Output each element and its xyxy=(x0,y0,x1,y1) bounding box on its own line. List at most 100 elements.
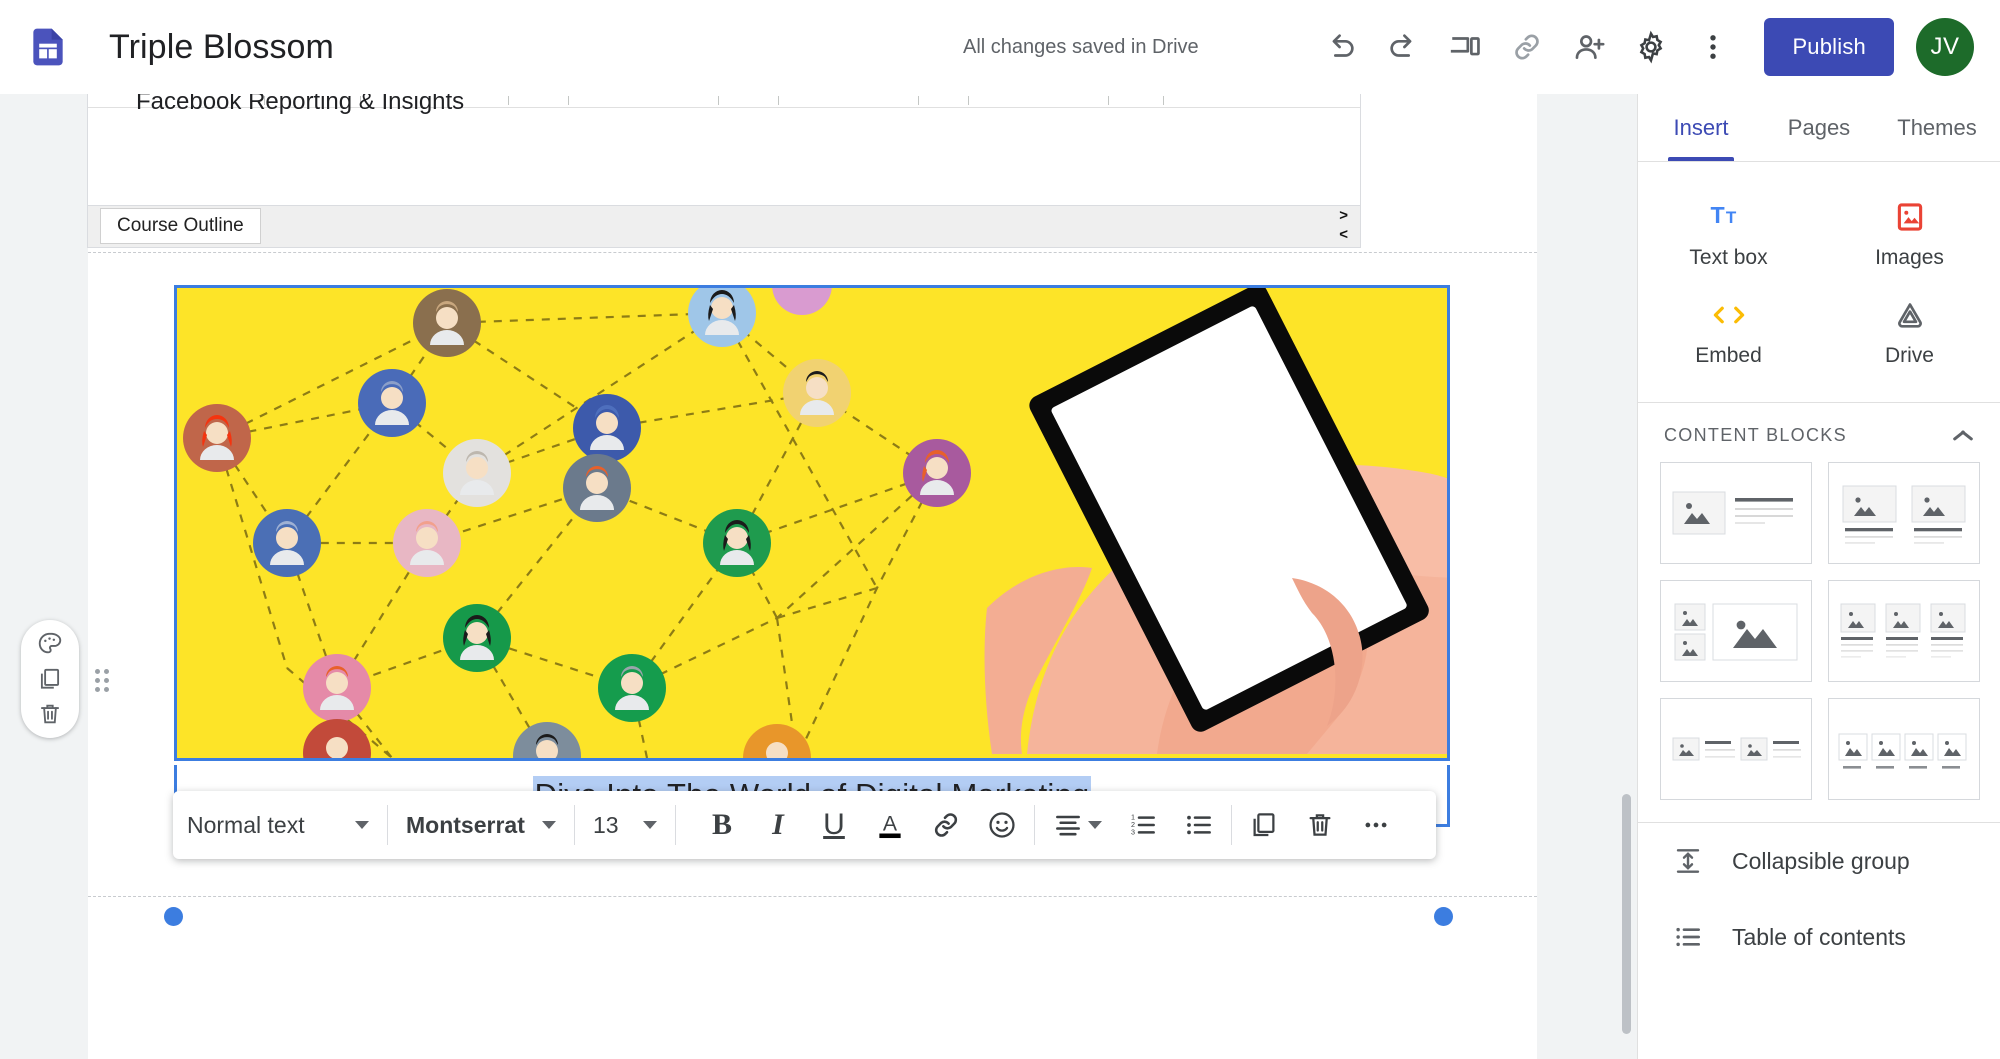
duplicate-icon[interactable] xyxy=(28,662,72,696)
collapsible-group-icon xyxy=(1676,849,1700,873)
delete-trash-icon[interactable] xyxy=(28,697,72,731)
avatar[interactable]: JV xyxy=(1916,18,1974,76)
content-blocks-title: CONTENT BLOCKS xyxy=(1664,425,1847,445)
font-size-value: 13 xyxy=(593,811,619,838)
italic-button[interactable]: I xyxy=(750,799,806,851)
bulleted-list-button[interactable] xyxy=(1171,799,1227,851)
insert-drive[interactable]: Drive xyxy=(1819,284,2000,382)
insert-link-button[interactable] xyxy=(918,799,974,851)
block-four-image-strip[interactable] xyxy=(1828,698,1980,800)
images-icon xyxy=(1897,203,1922,231)
paragraph-style-value: Normal text xyxy=(187,811,305,838)
palette-icon[interactable] xyxy=(28,627,72,661)
bold-button[interactable]: B xyxy=(694,799,750,851)
layout-thumb xyxy=(1674,603,1798,661)
sidebar-tabs: Insert Pages Themes xyxy=(1638,94,2000,162)
content-blocks-grid xyxy=(1638,462,2000,816)
insert-text-box[interactable]: TT Text box xyxy=(1638,186,1819,284)
google-drive-icon xyxy=(1897,303,1922,328)
insert-images-label: Images xyxy=(1875,246,1944,269)
undo-icon[interactable] xyxy=(1310,16,1372,78)
link-icon[interactable] xyxy=(1496,16,1558,78)
more-horiz-icon xyxy=(1365,822,1387,828)
drag-dots-handle[interactable] xyxy=(95,669,109,695)
hand-holding-tablet-illustration xyxy=(984,288,1447,754)
scroll-prev-arrow[interactable]: < xyxy=(1339,225,1348,244)
table-of-contents-label: Table of contents xyxy=(1732,923,1906,950)
insert-drive-label: Drive xyxy=(1884,344,1934,367)
chevron-down-icon xyxy=(1088,821,1102,829)
scroll-next-arrow[interactable]: > xyxy=(1339,206,1348,225)
layout-thumb xyxy=(1840,603,1966,658)
align-icon xyxy=(1056,815,1080,836)
svg-text:T: T xyxy=(1710,202,1724,228)
insert-more-list: Collapsible group Table of contents xyxy=(1638,822,2000,975)
font-family-select[interactable]: Montserrat xyxy=(392,791,570,859)
insert-embed[interactable]: Embed xyxy=(1638,284,1819,382)
link-icon xyxy=(934,813,958,837)
delete-button[interactable] xyxy=(1292,799,1348,851)
chevron-up-icon[interactable] xyxy=(1952,430,1974,442)
toolbar-divider xyxy=(675,805,676,845)
insert-embed-label: Embed xyxy=(1695,344,1762,367)
trash-icon xyxy=(1309,814,1331,836)
align-button[interactable] xyxy=(1039,799,1115,851)
section-tools xyxy=(21,620,79,738)
google-sites-icon[interactable] xyxy=(25,24,71,70)
tab-pages[interactable]: Pages xyxy=(1760,94,1878,161)
numbered-list-icon: 123 xyxy=(1131,813,1155,837)
insert-quick-items: TT Text box Images Embed Drive xyxy=(1638,162,2000,403)
bulleted-list-icon xyxy=(1187,815,1211,835)
resize-handle-right[interactable] xyxy=(1434,907,1453,926)
block-two-images-with-text[interactable] xyxy=(1828,462,1980,564)
duplicate-icon xyxy=(1253,813,1275,837)
editor-canvas: Facebook Reporting & Insights Course Out… xyxy=(0,94,1637,1059)
block-image-left-text-right[interactable] xyxy=(1660,462,1812,564)
spreadsheet-scroll-arrows[interactable]: > < xyxy=(1339,206,1348,244)
underline-button[interactable]: U xyxy=(806,799,862,851)
more-vert-icon[interactable] xyxy=(1682,16,1744,78)
insert-images[interactable]: Images xyxy=(1819,186,2000,284)
duplicate-button[interactable] xyxy=(1236,799,1292,851)
preview-devices-icon[interactable] xyxy=(1434,16,1496,78)
text-color-button[interactable]: A xyxy=(862,799,918,851)
banner-artwork xyxy=(177,288,1447,758)
resize-handle-left[interactable] xyxy=(164,907,183,926)
insert-sidebar: Insert Pages Themes TT Text box Images E… xyxy=(1637,94,2000,1059)
underline-icon: U xyxy=(823,808,845,841)
block-two-inline-image-text[interactable] xyxy=(1660,698,1812,800)
insert-emoji-button[interactable] xyxy=(974,799,1030,851)
numbered-list-button[interactable]: 123 xyxy=(1115,799,1171,851)
text-color-icon: A xyxy=(879,812,901,839)
block-two-small-one-large-image[interactable] xyxy=(1660,580,1812,682)
redo-icon[interactable] xyxy=(1372,16,1434,78)
app-bar-actions: Publish JV xyxy=(1310,0,1974,94)
publish-button[interactable]: Publish xyxy=(1764,18,1894,76)
chevron-down-icon xyxy=(542,821,556,829)
site-title[interactable]: Triple Blossom xyxy=(109,28,334,67)
settings-gear-icon[interactable] xyxy=(1620,16,1682,78)
share-person-add-icon[interactable] xyxy=(1558,16,1620,78)
tab-insert[interactable]: Insert xyxy=(1642,94,1760,161)
content-blocks-header[interactable]: CONTENT BLOCKS xyxy=(1638,403,2000,462)
italic-icon: I xyxy=(772,808,784,841)
top-app-bar: Triple Blossom All changes saved in Driv… xyxy=(0,0,2000,94)
section-divider-bottom xyxy=(88,896,1537,897)
canvas-scrollbar[interactable] xyxy=(1622,794,1631,1034)
paragraph-style-select[interactable]: Normal text xyxy=(173,791,383,859)
insert-collapsible-group[interactable]: Collapsible group xyxy=(1638,823,2000,899)
save-status: All changes saved in Drive xyxy=(963,36,1199,58)
spreadsheet-tab-bar: Course Outline > < xyxy=(88,205,1360,247)
sheet-tab-course-outline[interactable]: Course Outline xyxy=(100,208,261,244)
toolbar-divider xyxy=(1231,805,1232,845)
table-of-contents-icon xyxy=(1676,927,1700,947)
font-size-select[interactable]: 13 xyxy=(579,791,671,859)
embedded-spreadsheet-block[interactable]: Facebook Reporting & Insights Course Out… xyxy=(87,94,1361,248)
block-three-columns-image-text[interactable] xyxy=(1828,580,1980,682)
insert-table-of-contents[interactable]: Table of contents xyxy=(1638,899,2000,975)
emoji-icon xyxy=(989,812,1015,838)
layout-thumb xyxy=(1838,733,1967,769)
tab-themes[interactable]: Themes xyxy=(1878,94,1996,161)
digital-marketing-banner[interactable] xyxy=(174,285,1450,761)
more-options-button[interactable] xyxy=(1348,799,1404,851)
